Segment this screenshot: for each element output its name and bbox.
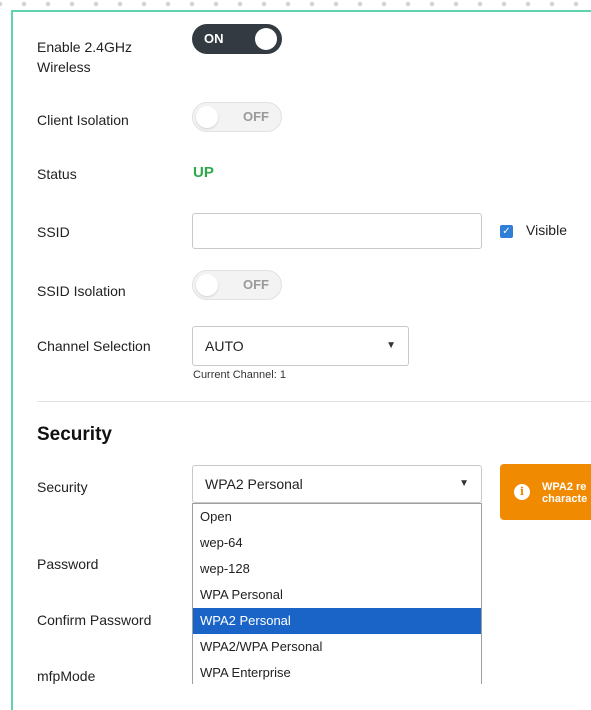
- channel-select-value: AUTO: [205, 338, 244, 354]
- enable-wireless-label: Enable 2.4GHz Wireless: [37, 39, 132, 75]
- dropdown-option[interactable]: WPA Enterprise: [193, 660, 481, 684]
- visible-checkbox[interactable]: ✓: [500, 225, 513, 238]
- toggle-state-text: OFF: [243, 277, 269, 292]
- enable-wireless-toggle[interactable]: ON: [192, 24, 282, 54]
- security-select[interactable]: WPA2 Personal ▼: [192, 465, 482, 503]
- security-warning-alert: i WPA2 re characte: [500, 464, 591, 520]
- client-isolation-toggle[interactable]: OFF: [192, 102, 282, 132]
- dropdown-option[interactable]: wep-128: [193, 556, 481, 582]
- current-channel-text: Current Channel: 1: [193, 369, 286, 381]
- password-label: Password: [37, 556, 99, 572]
- security-section-title: Security: [37, 424, 112, 445]
- channel-select[interactable]: AUTO ▼: [192, 326, 409, 366]
- security-label: Security: [37, 479, 88, 495]
- security-select-value: WPA2 Personal: [205, 476, 303, 492]
- toggle-knob: [196, 106, 218, 128]
- caret-down-icon: ▼: [459, 478, 469, 489]
- status-label: Status: [37, 166, 77, 182]
- status-value: UP: [193, 164, 214, 181]
- security-options-dropdown[interactable]: Open wep-64 wep-128 WPA Personal WPA2 Pe…: [192, 503, 482, 684]
- dropdown-option-selected[interactable]: WPA2 Personal: [193, 608, 481, 634]
- dropdown-option[interactable]: Open: [193, 504, 481, 530]
- toggle-knob: [196, 274, 218, 296]
- alert-message: WPA2 re characte: [542, 481, 587, 505]
- visible-label: Visible: [526, 222, 567, 238]
- alert-message-line: characte: [542, 493, 588, 505]
- alert-message-line: WPA2 re: [542, 481, 587, 493]
- mfp-mode-label: mfpMode: [37, 668, 96, 684]
- channel-selection-label: Channel Selection: [37, 338, 151, 354]
- ssid-label: SSID: [37, 224, 70, 240]
- dropdown-option[interactable]: WPA2/WPA Personal: [193, 634, 481, 660]
- caret-down-icon: ▼: [386, 340, 396, 351]
- toggle-state-text: OFF: [243, 109, 269, 124]
- ssid-isolation-label: SSID Isolation: [37, 283, 126, 299]
- ssid-isolation-toggle[interactable]: OFF: [192, 270, 282, 300]
- toggle-state-text: ON: [204, 31, 224, 46]
- ssid-input[interactable]: [192, 213, 482, 249]
- checkmark-icon: ✓: [502, 226, 511, 237]
- section-divider: [37, 401, 591, 402]
- info-icon: i: [514, 484, 530, 500]
- confirm-password-label: Confirm Password: [37, 612, 152, 628]
- toggle-knob: [255, 28, 277, 50]
- top-dotted-border: [0, 0, 591, 8]
- dropdown-option[interactable]: WPA Personal: [193, 582, 481, 608]
- client-isolation-label: Client Isolation: [37, 112, 129, 128]
- dropdown-option[interactable]: wep-64: [193, 530, 481, 556]
